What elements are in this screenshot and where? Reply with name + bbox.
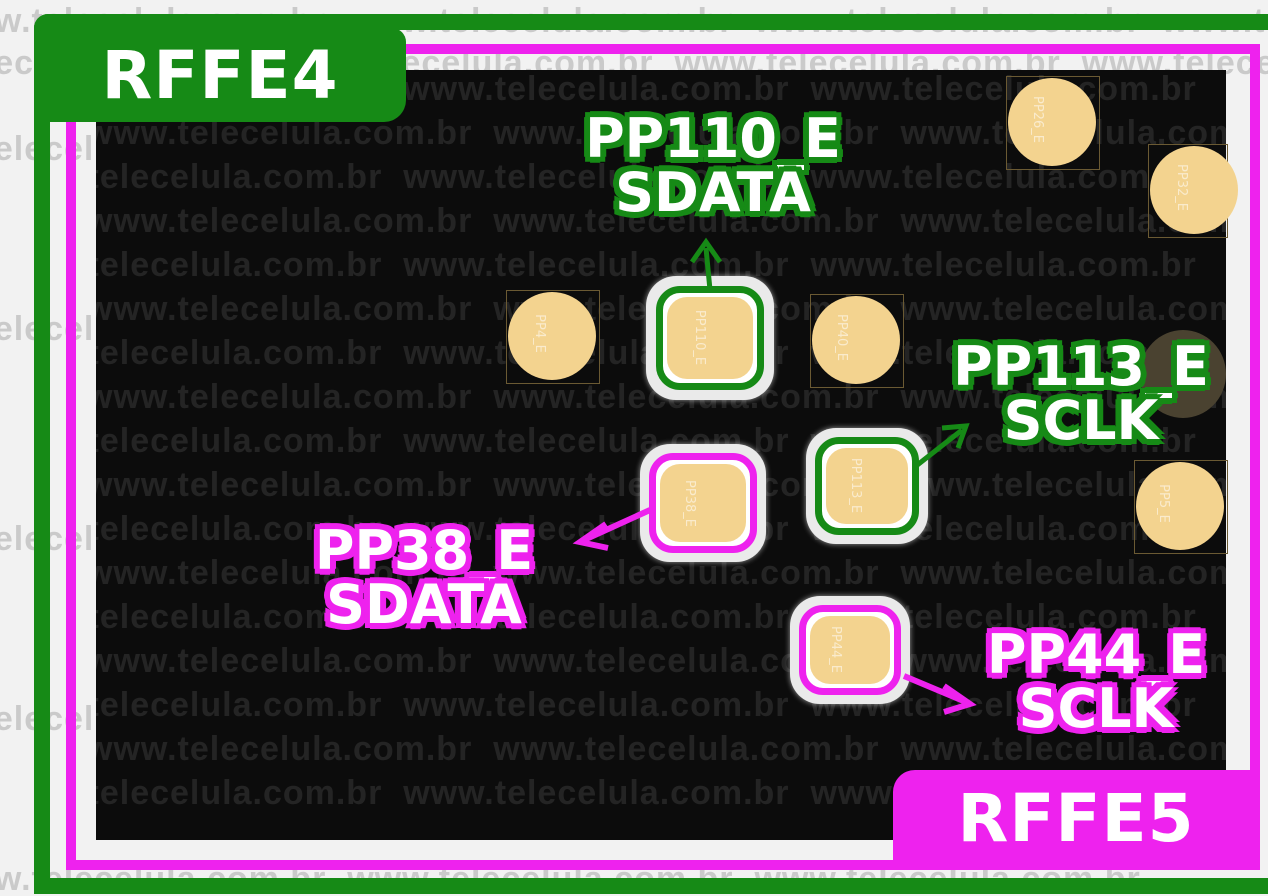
pp44-signal: SCLK bbox=[1018, 677, 1174, 740]
pp113-name: PP113_E bbox=[953, 335, 1209, 398]
pp113-callout: PP113_E SCLK bbox=[936, 340, 1226, 448]
pp110-signal: SDATA bbox=[615, 161, 811, 224]
pp38-arrow bbox=[572, 507, 652, 551]
pp38-callout: PP38_E SDATA bbox=[294, 524, 554, 632]
pp44-arrow bbox=[902, 673, 977, 715]
pp113-signal: SCLK bbox=[1003, 389, 1159, 452]
pp110-callout: PP110_E SDATA bbox=[568, 112, 858, 220]
rffe4-tag: RFFE4 bbox=[34, 28, 406, 122]
pp110-name: PP110_E bbox=[585, 107, 841, 170]
pp110-arrow bbox=[689, 237, 723, 291]
pp38-name: PP38_E bbox=[314, 519, 534, 582]
pp38-signal: SDATA bbox=[326, 573, 522, 636]
pp44-callout: PP44_E SCLK bbox=[966, 628, 1226, 736]
rffe5-tag: RFFE5 bbox=[893, 770, 1259, 866]
pp44-name: PP44_E bbox=[986, 623, 1206, 686]
